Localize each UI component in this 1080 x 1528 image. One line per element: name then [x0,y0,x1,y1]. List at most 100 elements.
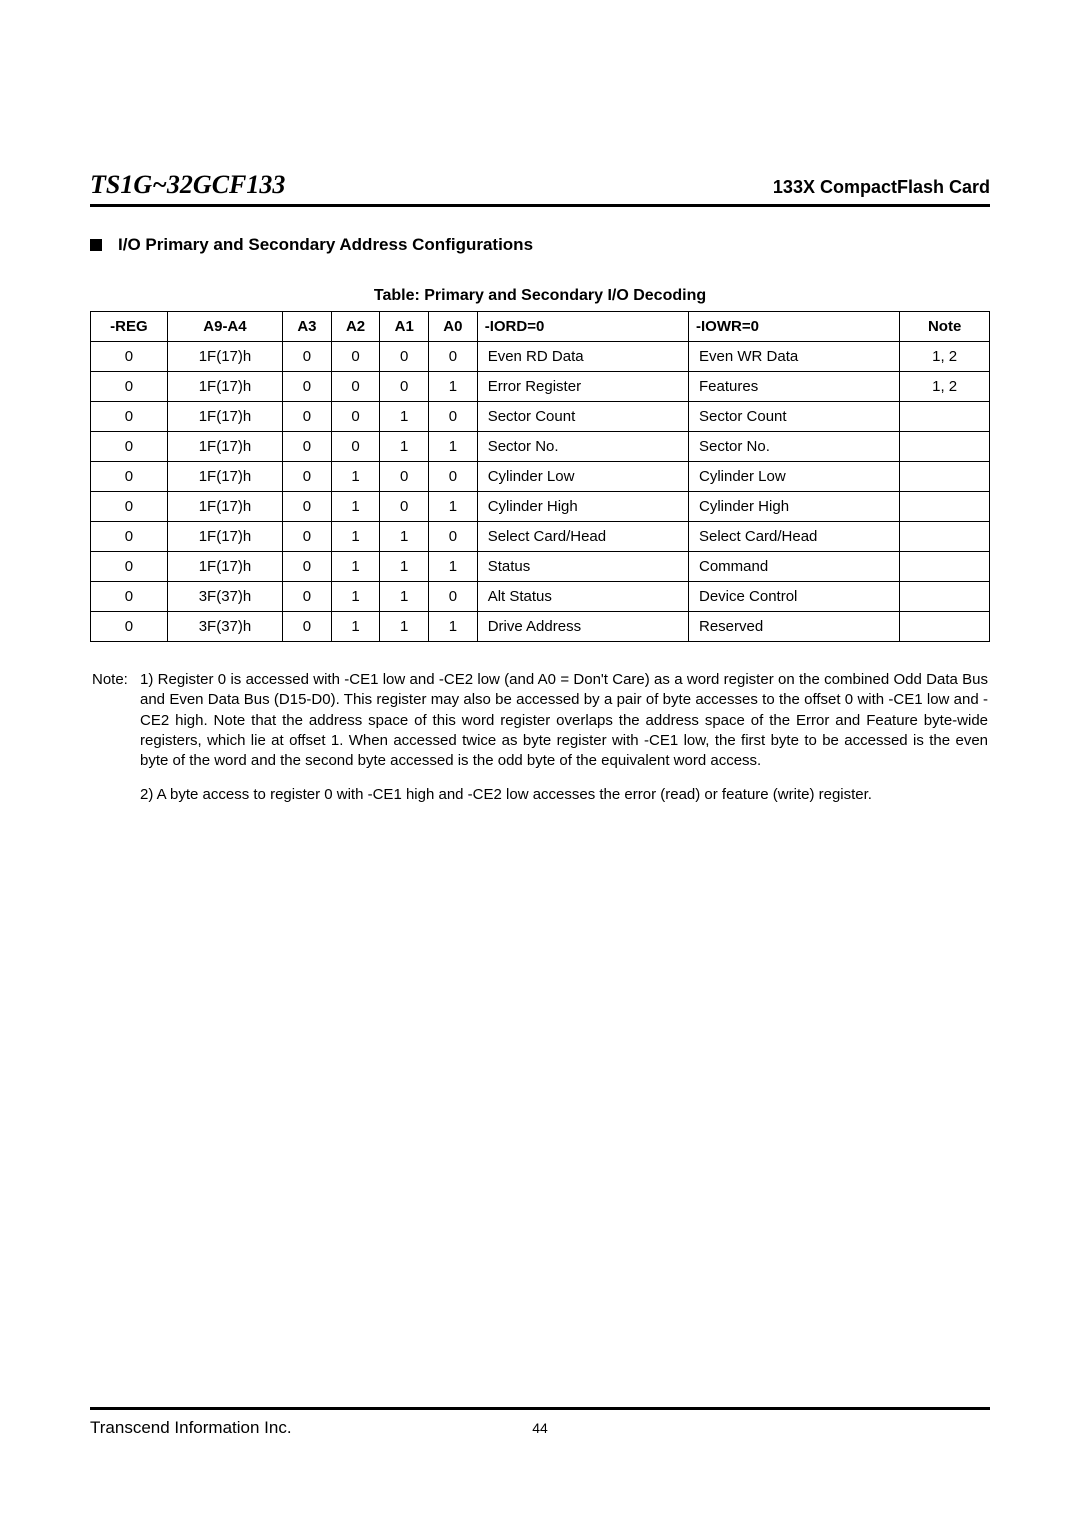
table-cell: 0 [380,492,429,522]
col-header-iowr: -IOWR=0 [689,312,900,342]
table-cell: Cylinder High [477,492,688,522]
table-cell: 0 [331,402,380,432]
table-row: 01F(17)h0000Even RD DataEven WR Data1, 2 [91,342,990,372]
table-cell: 0 [331,342,380,372]
table-row: 01F(17)h0010Sector CountSector Count [91,402,990,432]
table-cell: 1 [429,492,478,522]
table-row: 03F(37)h0110Alt StatusDevice Control [91,582,990,612]
table-cell: 1 [429,372,478,402]
table-cell: 0 [283,402,332,432]
product-subtitle: 133X CompactFlash Card [773,177,990,198]
table-row: 01F(17)h0001Error RegisterFeatures1, 2 [91,372,990,402]
table-cell: 1 [380,552,429,582]
table-cell: 0 [429,582,478,612]
table-cell [900,462,990,492]
table-cell [900,522,990,552]
table-cell: Even WR Data [689,342,900,372]
table-cell: 1 [429,552,478,582]
table-cell: 1 [331,492,380,522]
table-cell: Cylinder High [689,492,900,522]
table-cell: 0 [331,372,380,402]
product-title: TS1G~32GCF133 [90,170,285,200]
table-cell: Cylinder Low [689,462,900,492]
table-cell: 1F(17)h [167,522,282,552]
col-header-a3: A3 [283,312,332,342]
table-cell: 1 [380,402,429,432]
table-cell: Cylinder Low [477,462,688,492]
table-cell: 0 [91,402,168,432]
table-row: 01F(17)h0111StatusCommand [91,552,990,582]
table-cell: 0 [429,402,478,432]
table-cell [900,432,990,462]
table-cell: 1, 2 [900,342,990,372]
table-cell: 1 [331,612,380,642]
table-cell: Device Control [689,582,900,612]
table-cell: 1 [429,612,478,642]
col-header-a1: A1 [380,312,429,342]
table-cell: 3F(37)h [167,612,282,642]
table-cell: 1F(17)h [167,432,282,462]
table-cell: 0 [91,342,168,372]
table-cell: Command [689,552,900,582]
table-cell: 1 [331,462,380,492]
table-cell: Select Card/Head [477,522,688,552]
table-cell: Status [477,552,688,582]
table-cell: 1 [331,582,380,612]
table-cell: Sector No. [689,432,900,462]
table-cell: 0 [91,522,168,552]
table-cell: 1, 2 [900,372,990,402]
col-header-reg: -REG [91,312,168,342]
table-cell: 1 [331,552,380,582]
note-1-text: 1) Register 0 is accessed with -CE1 low … [140,670,988,771]
col-header-note: Note [900,312,990,342]
table-cell: 0 [283,552,332,582]
table-cell: Select Card/Head [689,522,900,552]
note-1-row: Note: 1) Register 0 is accessed with -CE… [92,670,988,771]
table-cell: 0 [91,462,168,492]
table-cell: 0 [380,342,429,372]
table-cell: 1 [429,432,478,462]
table-cell: Error Register [477,372,688,402]
table-row: 01F(17)h0011Sector No.Sector No. [91,432,990,462]
table-cell: 0 [91,432,168,462]
table-header-row: -REG A9-A4 A3 A2 A1 A0 -IORD=0 -IOWR=0 N… [91,312,990,342]
table-cell: 0 [91,552,168,582]
table-cell: 0 [91,582,168,612]
table-row: 01F(17)h0101Cylinder HighCylinder High [91,492,990,522]
col-header-iord: -IORD=0 [477,312,688,342]
table-cell: 0 [429,522,478,552]
table-cell: 1 [380,432,429,462]
table-cell: 0 [331,432,380,462]
footer-page-number: 44 [532,1420,548,1436]
table-cell: 0 [283,612,332,642]
table-cell: 0 [429,342,478,372]
table-cell [900,552,990,582]
col-header-addr: A9-A4 [167,312,282,342]
table-row: 03F(37)h0111Drive AddressReserved [91,612,990,642]
table-cell: 0 [91,372,168,402]
table-cell: 0 [283,462,332,492]
col-header-a2: A2 [331,312,380,342]
table-cell: Sector No. [477,432,688,462]
table-cell: Drive Address [477,612,688,642]
col-header-a0: A0 [429,312,478,342]
page-footer: Transcend Information Inc. 44 [90,1407,990,1438]
table-cell [900,612,990,642]
table-cell [900,582,990,612]
table-cell: Reserved [689,612,900,642]
notes-block: Note: 1) Register 0 is accessed with -CE… [90,670,990,806]
table-cell: Sector Count [477,402,688,432]
note-2-text: 2) A byte access to register 0 with -CE1… [140,785,988,805]
table-cell: Sector Count [689,402,900,432]
table-cell: 1F(17)h [167,372,282,402]
square-bullet-icon [90,239,102,251]
table-cell: Even RD Data [477,342,688,372]
table-cell: 0 [283,372,332,402]
table-cell: 0 [91,612,168,642]
table-cell: 0 [380,372,429,402]
table-cell: 1 [331,522,380,552]
note-label: Note: [92,670,140,771]
table-cell: Features [689,372,900,402]
table-row: 01F(17)h0100Cylinder LowCylinder Low [91,462,990,492]
table-cell: 0 [429,462,478,492]
